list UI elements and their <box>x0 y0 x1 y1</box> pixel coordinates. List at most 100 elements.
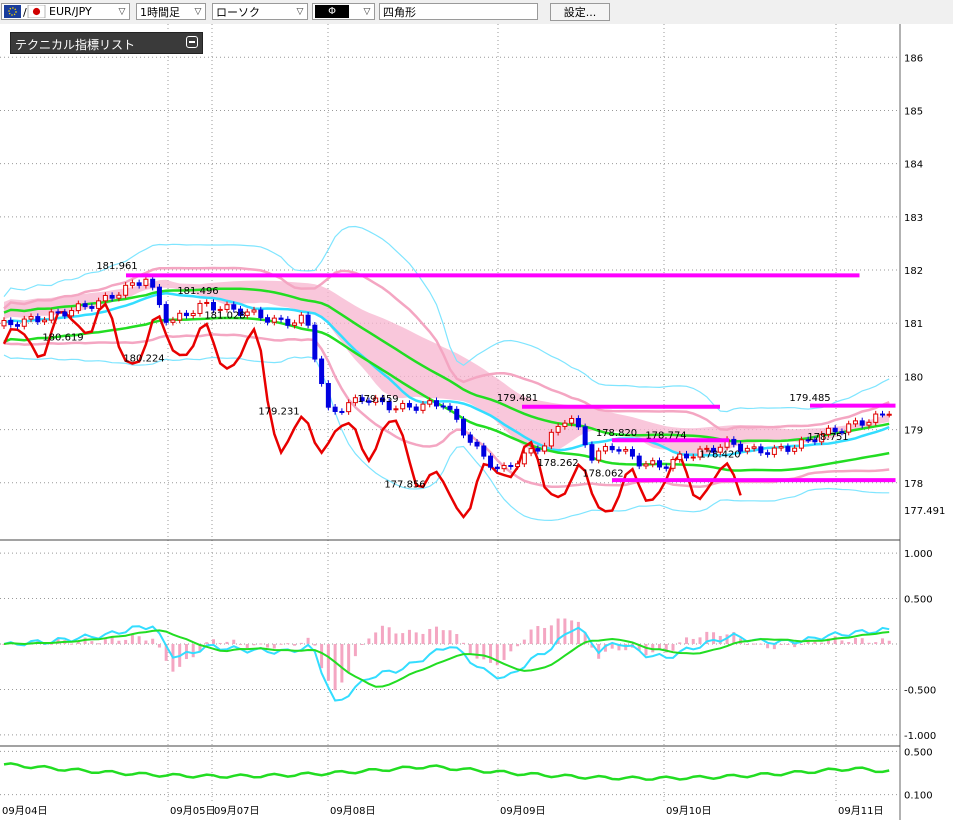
candle-body <box>731 438 737 445</box>
candle-body <box>129 282 135 286</box>
candle-body <box>488 455 494 468</box>
histogram-bar <box>509 644 513 652</box>
osc-tick-label: -1.000 <box>904 731 936 742</box>
candle-body <box>224 304 230 310</box>
histogram-bar <box>522 639 526 644</box>
candle-body <box>406 402 412 408</box>
candle-body <box>765 452 771 455</box>
histogram-bar <box>353 644 357 657</box>
candle-body <box>183 312 189 317</box>
candle-body <box>413 406 419 411</box>
histogram-bar <box>360 644 364 645</box>
timeframe-select[interactable]: 1時間足 ▽ <box>136 3 206 20</box>
candle-body <box>656 460 662 468</box>
candle-body <box>596 450 602 461</box>
histogram-bar <box>799 644 803 645</box>
histogram-bar <box>468 644 472 655</box>
candle-body <box>508 464 514 468</box>
histogram-bar <box>482 644 486 660</box>
settings-button[interactable]: 設定... <box>550 3 610 21</box>
candle-body <box>312 324 318 360</box>
chart-style-select[interactable]: ローソク ▽ <box>212 3 308 20</box>
price-annotation: 178.420 <box>699 449 740 460</box>
candle-body <box>96 300 102 309</box>
candle-body <box>643 463 649 467</box>
candle-body <box>535 448 541 452</box>
candle-body <box>873 413 879 423</box>
date-tick-label: 09月11日 <box>838 805 883 817</box>
histogram-bar <box>867 642 871 644</box>
candle-body <box>28 316 34 320</box>
candle-body <box>569 418 575 424</box>
date-tick-label: 09月07日 <box>214 805 259 817</box>
histogram-bar <box>299 642 303 644</box>
drawing-object-field[interactable]: 四角形 <box>379 3 538 20</box>
chevron-down-icon[interactable]: ▽ <box>191 4 205 19</box>
histogram-bar <box>678 642 682 644</box>
candle-body <box>136 282 142 286</box>
candle-body <box>231 304 237 310</box>
histogram-bar <box>225 641 229 644</box>
candle-body <box>258 309 264 319</box>
candle-body <box>798 439 804 449</box>
price-annotation: 181.961 <box>96 261 137 272</box>
histogram-bar <box>745 644 749 645</box>
symbol-label: EUR/JPY <box>49 5 92 18</box>
candle-body <box>393 408 399 411</box>
candle-body <box>75 303 81 312</box>
histogram-bar <box>70 643 74 645</box>
histogram-bar <box>130 634 134 644</box>
chart-grid <box>0 24 953 820</box>
candle-body <box>792 447 798 452</box>
histogram-bar <box>211 639 215 644</box>
chevron-down-icon[interactable]: ▽ <box>293 4 307 19</box>
histogram-bar <box>880 638 884 644</box>
histogram-bar <box>191 644 195 658</box>
drawing-mode-select[interactable]: Φ ▽ <box>312 3 375 20</box>
candle-body <box>548 431 554 447</box>
chart-style-label: ローソク <box>216 5 260 19</box>
candle-body <box>562 422 568 427</box>
price-tick-label: 184 <box>904 160 923 171</box>
candle-body <box>210 301 216 311</box>
price-tick-label: 182 <box>904 266 923 277</box>
histogram-bar <box>502 644 506 660</box>
histogram-bar <box>712 632 716 644</box>
histogram-bar <box>245 644 249 649</box>
histogram-bar <box>279 643 283 645</box>
histogram-bar <box>286 643 290 645</box>
candle-body <box>244 311 250 316</box>
candle-body <box>751 446 757 449</box>
chart-area[interactable]: 181.961 181.496 181.028 180.619 180.224 179.4… <box>0 24 953 820</box>
histogram-bar <box>691 638 695 644</box>
price-tick-label: 180 <box>904 372 923 383</box>
chevron-down-icon[interactable]: ▽ <box>115 4 129 19</box>
candle-body <box>251 309 257 313</box>
candle-body <box>609 445 615 451</box>
candle-body <box>21 318 27 327</box>
histogram-bar <box>766 644 770 649</box>
indicator-list-button[interactable]: テクニカル指標リスト <box>10 32 203 54</box>
histogram-bar <box>847 641 851 644</box>
drawing-mode-label: Φ <box>315 5 349 18</box>
date-tick-label: 09月08日 <box>330 805 375 817</box>
candle-body <box>346 402 352 413</box>
histogram-bar <box>793 644 797 648</box>
histogram-bar <box>462 642 466 644</box>
candle-body <box>677 453 683 461</box>
histogram-bar <box>387 627 391 644</box>
chevron-down-icon[interactable]: ▽ <box>360 4 374 19</box>
histogram-bar <box>239 643 243 645</box>
histogram-bar <box>232 639 236 644</box>
chart-background <box>0 24 953 820</box>
collapse-icon[interactable] <box>186 36 198 48</box>
symbol-select[interactable]: / EUR/JPY ▽ <box>1 3 130 20</box>
candle-body <box>1 319 7 327</box>
candle-body <box>852 420 858 425</box>
histogram-bar <box>563 618 567 644</box>
candle-body <box>170 319 176 323</box>
histogram-bar <box>428 628 432 644</box>
candle-body <box>265 317 271 323</box>
candle-body <box>447 405 453 410</box>
histogram-bar <box>394 633 398 644</box>
